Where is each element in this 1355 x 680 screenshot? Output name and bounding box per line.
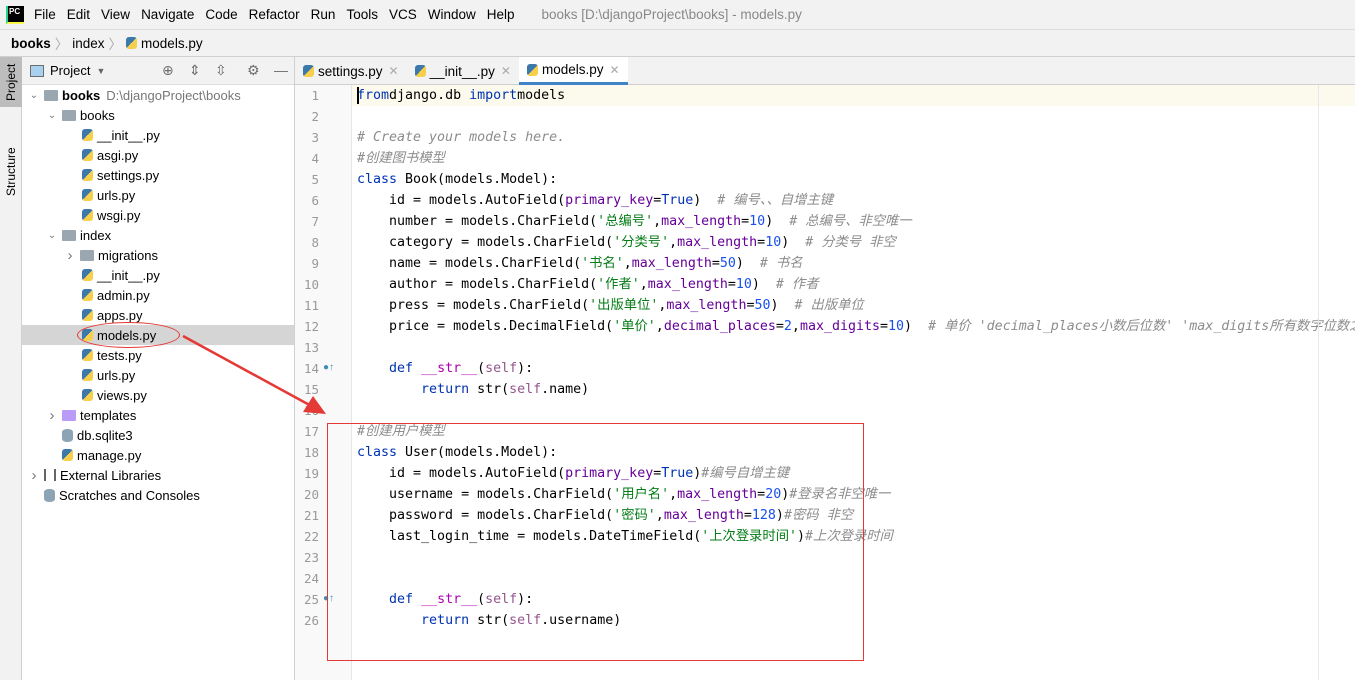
annotation-box (327, 423, 864, 661)
